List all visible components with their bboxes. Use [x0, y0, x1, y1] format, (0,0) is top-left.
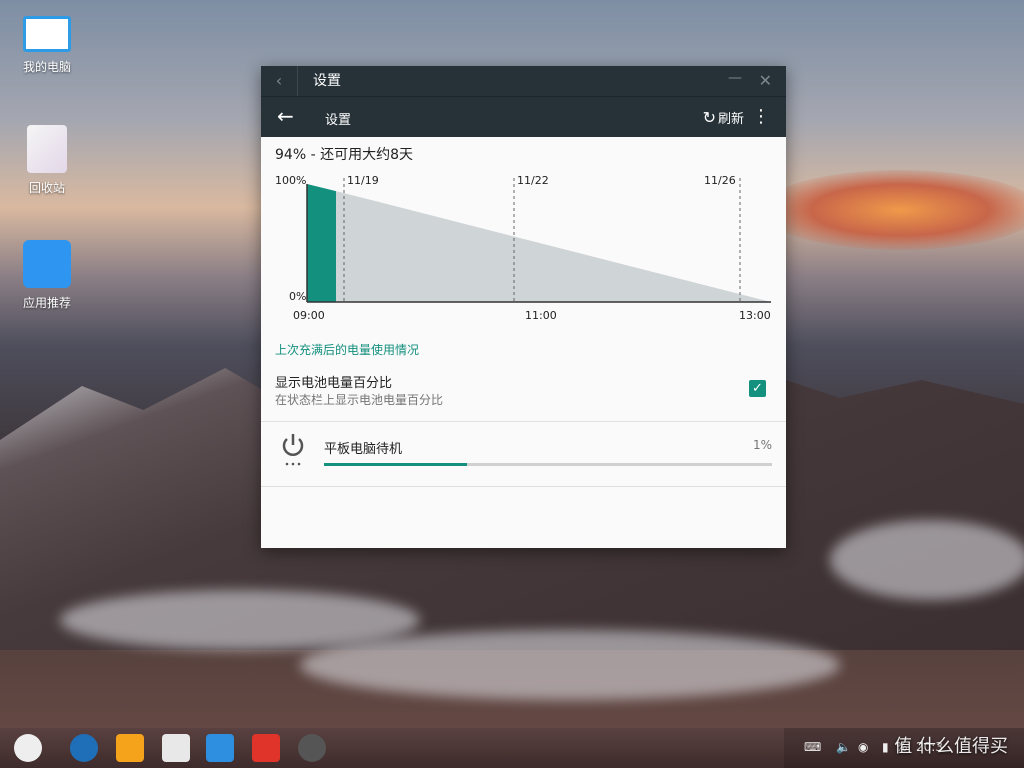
power-icon: [279, 432, 307, 468]
desktop-icon-label: 我的电脑: [22, 60, 71, 74]
refresh-icon: ↻: [702, 108, 716, 127]
close-button[interactable]: ✕: [759, 66, 772, 96]
app-percent: 1%: [752, 438, 772, 452]
window-title: 设置: [313, 73, 341, 89]
keyboard-icon[interactable]: ⌨: [804, 740, 821, 754]
desktop-icon-label: 回收站: [28, 181, 65, 195]
checkbox[interactable]: ✓: [749, 380, 766, 397]
browser-icon[interactable]: [70, 734, 98, 762]
section-header: 上次充满后的电量使用情况: [275, 343, 420, 357]
wps-icon[interactable]: [252, 734, 280, 762]
settings-window: ‹ 设置 — ✕ ← 设置 ↻ 刷新 ⋮ 94% - 还可用大约8天 100% 0…: [261, 66, 786, 548]
file-manager-icon[interactable]: [116, 734, 144, 762]
date-marker-label: 11/22: [517, 174, 549, 187]
y-tick-label: 100%: [275, 174, 306, 187]
minimize-button[interactable]: —: [728, 70, 742, 86]
desktop-icon-app-store[interactable]: 应用推荐: [7, 240, 87, 311]
date-marker-label: 11/26: [704, 174, 736, 187]
mail-icon[interactable]: [206, 734, 234, 762]
titlebar-back-button[interactable]: ‹: [261, 66, 298, 96]
notes-icon[interactable]: [162, 734, 190, 762]
start-menu-icon[interactable]: [14, 734, 42, 762]
desktop-icon-recycle-bin[interactable]: 回收站: [7, 125, 87, 196]
battery-chart: 100% 0% 11/19 11/22 11/26 09:00 11:00 13…: [275, 174, 771, 322]
recycle-bin-icon: [27, 125, 67, 173]
taskbar: ⌨ 🔈 ◉ ▮ % 20:3: [0, 728, 1024, 768]
computer-icon: [23, 16, 71, 52]
back-arrow-icon[interactable]: ←: [277, 104, 294, 128]
volume-icon[interactable]: 🔈: [836, 740, 851, 754]
sunset-cloud: [760, 170, 1024, 250]
battery-summary: 94% - 还可用大约8天: [275, 147, 413, 163]
pref-subtitle: 在状态栏上显示电池电量百分比: [275, 393, 444, 407]
desktop-icon-label: 应用推荐: [22, 296, 71, 310]
battery-icon[interactable]: ▮: [882, 740, 889, 754]
pref-title: 显示电池电量百分比: [275, 376, 393, 391]
refresh-label: 刷新: [717, 112, 744, 127]
x-tick-label: 09:00: [293, 309, 325, 322]
usage-bar: [324, 463, 772, 466]
show-battery-percent-pref[interactable]: 显示电池电量百分比 在状态栏上显示电池电量百分比 ✓: [261, 366, 786, 422]
app-usage-row[interactable]: 平板电脑待机 1%: [261, 422, 786, 487]
app-name: 平板电脑待机: [324, 442, 403, 457]
forecast-area: [336, 191, 771, 302]
x-tick-label: 13:00: [739, 309, 771, 322]
refresh-button[interactable]: ↻ 刷新: [703, 108, 744, 127]
app-store-icon: [23, 240, 71, 288]
fog: [830, 520, 1024, 600]
usage-bar-fill: [324, 463, 468, 466]
y-tick-label: 0%: [289, 290, 306, 303]
toolbar-title: 设置: [325, 113, 352, 128]
x-tick-label: 11:00: [525, 309, 557, 322]
overflow-menu-icon[interactable]: ⋮: [752, 106, 770, 127]
settings-icon[interactable]: [298, 734, 326, 762]
wifi-icon[interactable]: ◉: [858, 740, 868, 754]
date-marker-label: 11/19: [347, 174, 379, 187]
window-titlebar: ‹ 设置 — ✕: [261, 66, 786, 96]
app-toolbar: ← 设置 ↻ 刷新 ⋮: [261, 96, 786, 137]
used-area: [307, 184, 336, 302]
desktop-icon-my-computer[interactable]: 我的电脑: [7, 12, 87, 75]
chart-plot: 100% 0% 11/19 11/22 11/26 09:00 11:00 13…: [275, 174, 771, 322]
watermark: 值 什么值得买: [894, 736, 1008, 757]
fog: [300, 630, 840, 700]
